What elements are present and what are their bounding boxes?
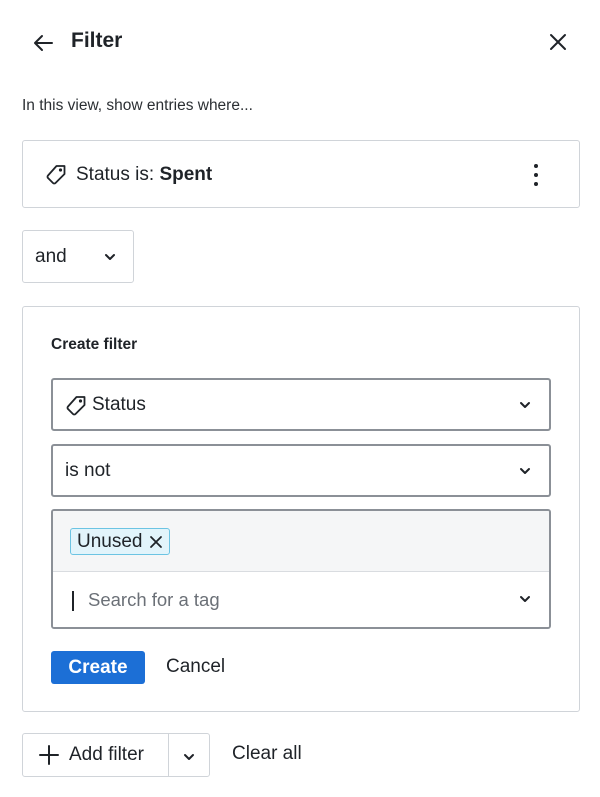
- close-icon: [149, 535, 162, 548]
- header: Filter: [0, 0, 600, 84]
- tag-icon: [66, 396, 86, 416]
- tag-icon: [46, 165, 66, 185]
- page-title: Filter: [71, 29, 123, 52]
- conjunction-select[interactable]: and: [22, 230, 134, 283]
- add-filter-button[interactable]: Add filter: [23, 734, 169, 776]
- more-options-button[interactable]: [523, 157, 549, 193]
- existing-filter-text: Status is: Spent: [76, 164, 212, 186]
- remove-tag-button[interactable]: [149, 535, 163, 549]
- clear-all-button[interactable]: Clear all: [232, 743, 302, 765]
- operator-select[interactable]: is not: [51, 444, 551, 497]
- close-icon: [550, 34, 566, 50]
- chevron-down-icon: [520, 402, 530, 408]
- create-filter-panel: Create filter Status is not Unused Searc…: [22, 306, 580, 712]
- close-button[interactable]: [545, 29, 571, 55]
- existing-filter[interactable]: Status is: Spent: [22, 140, 580, 208]
- back-button[interactable]: [30, 30, 56, 56]
- tag-multiselect[interactable]: Unused: [51, 509, 551, 629]
- chevron-down-icon: [105, 254, 115, 260]
- add-filter-split-button: Add filter: [22, 733, 210, 777]
- add-filter-dropdown-button[interactable]: [169, 734, 209, 776]
- cancel-button[interactable]: Cancel: [166, 656, 225, 678]
- tag-search-input[interactable]: [88, 584, 488, 616]
- field-select[interactable]: Status: [51, 378, 551, 431]
- create-filter-heading: Create filter: [51, 336, 138, 353]
- intro-text: In this view, show entries where...: [22, 97, 253, 114]
- more-vertical-icon: [534, 164, 538, 186]
- tag-chip-label: Unused: [77, 530, 143, 552]
- chevron-down-icon: [520, 468, 530, 474]
- existing-filter-value: Spent: [159, 164, 213, 185]
- field-select-value: Status: [92, 394, 146, 415]
- plus-icon: [39, 745, 59, 765]
- arrow-left-icon: [34, 35, 53, 51]
- chevron-down-icon: [184, 754, 194, 760]
- text-cursor: [72, 591, 74, 611]
- add-filter-label: Add filter: [69, 744, 144, 765]
- chevron-down-icon[interactable]: [518, 592, 532, 606]
- operator-select-value: is not: [65, 460, 111, 481]
- selected-tags: Unused: [53, 511, 549, 572]
- conjunction-label: and: [35, 246, 67, 267]
- create-button[interactable]: Create: [51, 651, 145, 684]
- tag-chip: Unused: [70, 528, 170, 555]
- existing-filter-prefix: Status is:: [76, 164, 155, 185]
- tag-search-row: [53, 572, 549, 627]
